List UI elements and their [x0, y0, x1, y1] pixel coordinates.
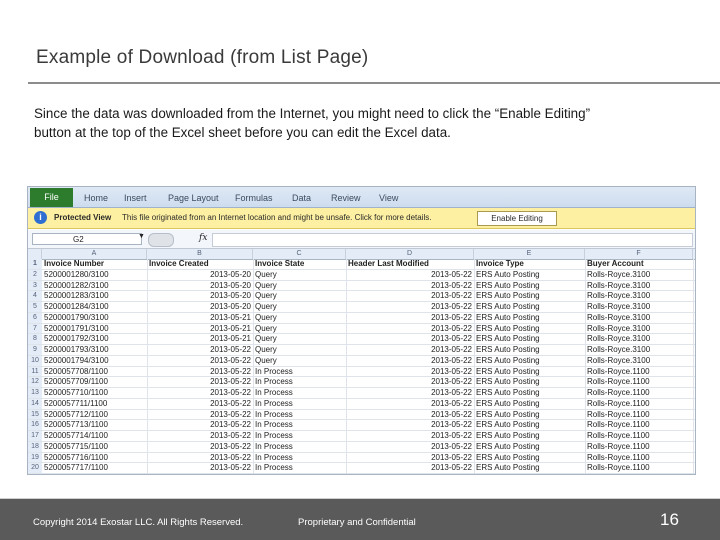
ribbon-tabs: File Home Insert Page Layout Formulas Da…	[28, 187, 695, 208]
tab-insert[interactable]: Insert	[124, 193, 147, 203]
tab-view[interactable]: View	[379, 193, 398, 203]
footer: Copyright 2014 Exostar LLC. All Rights R…	[0, 499, 720, 540]
formula-input[interactable]	[212, 233, 693, 247]
table-row: 4 5200001283/3100 2013-05-20 Query 2013-05-2…	[28, 291, 695, 302]
protected-view-message[interactable]: This file originated from an Internet lo…	[122, 213, 432, 222]
table-row: 2 5200001280/3100 2013-05-20 Query 2013-05-2…	[28, 269, 695, 281]
table-row: 6 5200001790/3100 2013-05-21 Query 2013-05-2…	[28, 312, 695, 324]
column-gridline	[346, 259, 347, 474]
table-row: 12 5200057709/1100 2013-05-22 In Process 201…	[28, 377, 695, 388]
formula-bar: G2 ▼ fx	[28, 230, 695, 249]
table-row: 11 5200057708/1100 2013-05-22 In Process 201…	[28, 366, 695, 378]
tab-home[interactable]: Home	[84, 193, 108, 203]
column-header[interactable]: F	[585, 249, 693, 259]
protected-view-title: Protected View	[54, 213, 112, 222]
tab-formulas[interactable]: Formulas	[235, 193, 273, 203]
column-gridline	[585, 259, 586, 474]
column-header[interactable]: D	[346, 249, 474, 259]
spreadsheet-grid: ABCDEF 1 Invoice Number Invoice Created Inv…	[28, 249, 695, 474]
fx-icon[interactable]: fx	[199, 233, 207, 243]
column-gridline	[147, 259, 148, 474]
formula-expand-control[interactable]	[148, 233, 174, 247]
table-row: 20 5200057717/1100 2013-05-22 In Process 201…	[28, 463, 695, 474]
select-all-corner[interactable]	[28, 249, 42, 259]
enable-editing-button[interactable]: Enable Editing	[477, 211, 557, 226]
table-row: 14 5200057711/1100 2013-05-22 In Process 201…	[28, 398, 695, 410]
intro-line-1: Since the data was downloaded from the I…	[34, 106, 591, 121]
column-header[interactable]: E	[474, 249, 585, 259]
confidential-text: Proprietary and Confidential	[298, 517, 416, 528]
table-row: 3 5200001282/3100 2013-05-20 Query 2013-05-2…	[28, 280, 695, 292]
table-row: 19 5200057716/1100 2013-05-22 In Process 201…	[28, 452, 695, 464]
tab-data[interactable]: Data	[292, 193, 311, 203]
name-box[interactable]: G2	[32, 233, 142, 245]
column-gridline	[693, 259, 694, 474]
table-row: 15 5200057712/1100 2013-05-22 In Process 201…	[28, 409, 695, 421]
table-row: 17 5200057714/1100 2013-05-22 In Process 201…	[28, 431, 695, 442]
table-row: 13 5200057710/1100 2013-05-22 In Process 201…	[28, 388, 695, 399]
column-header[interactable]: C	[253, 249, 346, 259]
tab-page-layout[interactable]: Page Layout	[168, 193, 219, 203]
excel-screenshot: File Home Insert Page Layout Formulas Da…	[27, 186, 696, 475]
table-row: 18 5200057715/1100 2013-05-22 In Process 201…	[28, 441, 695, 453]
row-gridline	[28, 473, 695, 474]
tab-review[interactable]: Review	[331, 193, 361, 203]
page-number: 16	[660, 510, 679, 529]
header-row: 1 Invoice Number Invoice Created Invoice St…	[28, 259, 695, 270]
table-row: 9 5200001793/3100 2013-05-22 Query 2013-05-2…	[28, 345, 695, 356]
slide-title: Example of Download (from List Page)	[36, 47, 369, 68]
protected-view-bar: i Protected View This file originated fr…	[28, 208, 695, 229]
table-row: 5 5200001284/3100 2013-05-20 Query 2013-05-2…	[28, 302, 695, 313]
column-header[interactable]: B	[147, 249, 253, 259]
copyright-text: Copyright 2014 Exostar LLC. All Rights R…	[33, 517, 244, 528]
table-row: 10 5200001794/3100 2013-05-22 Query 2013-05-…	[28, 355, 695, 367]
tab-file[interactable]: File	[30, 188, 73, 207]
chevron-down-icon[interactable]: ▼	[138, 233, 145, 240]
table-row: 8 5200001792/3100 2013-05-21 Query 2013-05-2…	[28, 334, 695, 345]
intro-line-2: button at the top of the Excel sheet bef…	[34, 125, 451, 140]
info-icon: i	[34, 211, 47, 224]
column-gridline	[474, 259, 475, 474]
intro-text: Since the data was downloaded from the I…	[34, 104, 699, 142]
column-gridline	[253, 259, 254, 474]
column-header[interactable]: A	[42, 249, 147, 259]
table-row: 7 5200001791/3100 2013-05-21 Query 2013-05-2…	[28, 323, 695, 335]
table-row: 16 5200057713/1100 2013-05-22 In Process 201…	[28, 420, 695, 431]
title-divider	[28, 82, 720, 84]
